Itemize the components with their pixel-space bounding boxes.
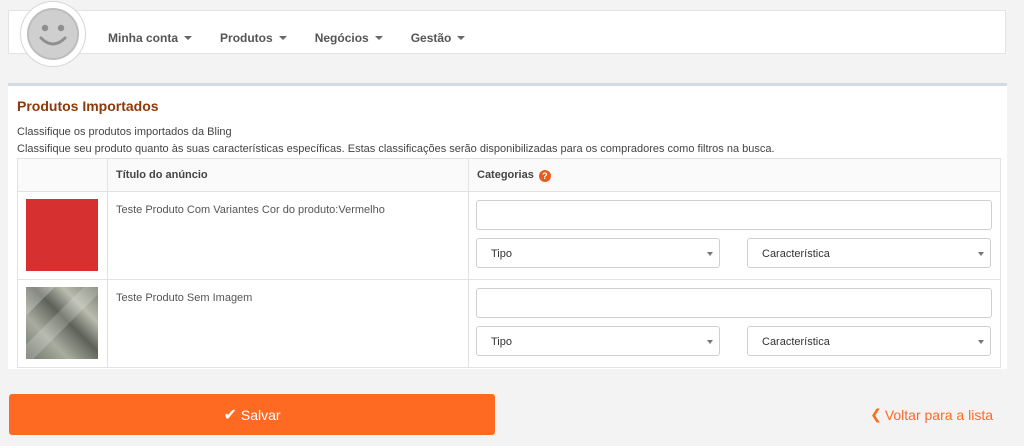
- chevron-down-icon: [707, 252, 713, 256]
- column-header-categories-label: Categorias: [477, 168, 534, 181]
- panel-instructions: Classifique seu produto quanto às suas c…: [17, 143, 775, 155]
- category-input[interactable]: [476, 200, 992, 230]
- avatar[interactable]: [21, 2, 85, 66]
- products-table: Título do anúncio Categorias ? Teste Pro…: [17, 158, 1001, 368]
- main-menu: Minha conta Produtos Negócios Gestão: [108, 31, 493, 45]
- product-thumbnail: [26, 287, 98, 359]
- chevron-left-icon: ❮: [870, 406, 882, 422]
- menu-label: Minha conta: [108, 31, 179, 45]
- chevron-down-icon: [374, 36, 383, 40]
- menu-gestao[interactable]: Gestão: [411, 31, 466, 45]
- categories-cell: Tipo Característica: [468, 191, 1001, 280]
- smiley-face-icon: [27, 8, 79, 60]
- product-thumbnail: [26, 199, 98, 271]
- thumbnail-cell: [17, 191, 108, 280]
- column-header-title: Título do anúncio: [107, 158, 469, 192]
- feature-select[interactable]: Característica: [747, 326, 991, 356]
- type-select-value: Tipo: [491, 248, 512, 260]
- menu-label: Negócios: [314, 31, 369, 45]
- menu-negocios[interactable]: Negócios: [315, 31, 383, 45]
- chevron-down-icon: [457, 36, 466, 40]
- top-nav-bar: Minha conta Produtos Negócios Gestão: [8, 10, 1006, 54]
- back-link-label: Voltar para a lista: [884, 406, 993, 423]
- table-row: Teste Produto Com Variantes Cor do produ…: [17, 191, 1001, 280]
- feature-select[interactable]: Característica: [747, 238, 991, 268]
- save-button-label: Salvar: [240, 406, 281, 423]
- help-icon[interactable]: ?: [538, 169, 551, 182]
- categories-cell: Tipo Característica: [468, 279, 1001, 368]
- menu-label: Produtos: [220, 31, 273, 45]
- check-icon: ✔: [223, 406, 237, 424]
- back-to-list-link[interactable]: ❮ Voltar para a lista: [870, 406, 993, 423]
- save-button[interactable]: ✔ Salvar: [9, 394, 495, 435]
- product-title: Teste Produto Com Variantes Cor do produ…: [107, 191, 469, 280]
- chevron-down-icon: [278, 36, 287, 40]
- menu-produtos[interactable]: Produtos: [220, 31, 287, 45]
- chevron-down-icon: [707, 340, 713, 344]
- column-header-image: [17, 158, 108, 192]
- page-title: Produtos Importados: [17, 98, 159, 114]
- table-header-row: Título do anúncio Categorias ?: [17, 158, 1001, 192]
- panel-description: Classifique os produtos importados da Bl…: [17, 126, 232, 138]
- type-select-value: Tipo: [491, 336, 512, 348]
- chevron-down-icon: [184, 36, 193, 40]
- imported-products-panel: Produtos Importados Classifique os produ…: [8, 83, 1007, 369]
- category-input[interactable]: [476, 288, 992, 318]
- feature-select-value: Característica: [762, 248, 830, 260]
- chevron-down-icon: [978, 252, 984, 256]
- type-select[interactable]: Tipo: [476, 326, 720, 356]
- chevron-down-icon: [978, 340, 984, 344]
- product-title: Teste Produto Sem Imagem: [107, 279, 469, 368]
- table-row: Teste Produto Sem Imagem Tipo Caracterís…: [17, 279, 1001, 368]
- feature-select-value: Característica: [762, 336, 830, 348]
- menu-minha-conta[interactable]: Minha conta: [108, 31, 193, 45]
- type-select[interactable]: Tipo: [476, 238, 720, 268]
- menu-label: Gestão: [410, 31, 452, 45]
- thumbnail-cell: [17, 279, 108, 368]
- column-header-categories: Categorias ?: [468, 158, 1001, 192]
